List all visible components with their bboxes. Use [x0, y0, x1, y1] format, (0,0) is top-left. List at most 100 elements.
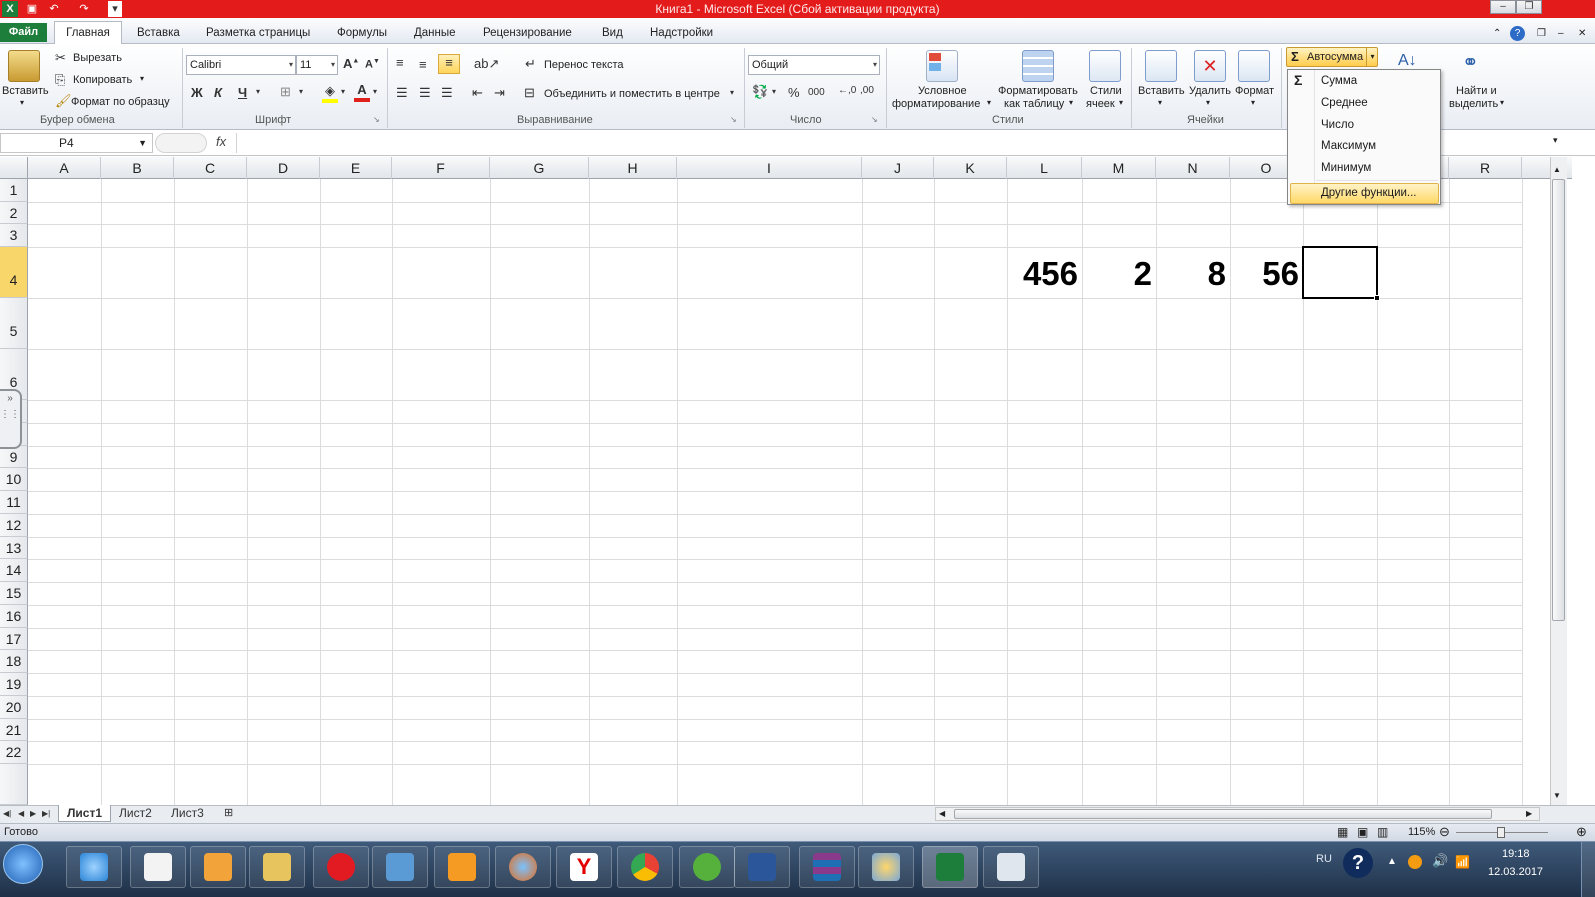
- autosum-button[interactable]: Σ Автосумма ▾: [1286, 47, 1378, 67]
- tab-formulas[interactable]: Формулы: [337, 24, 387, 43]
- font-size-combo[interactable]: 11 ▾: [296, 55, 338, 75]
- cell-styles-label-2[interactable]: ячеек: [1086, 98, 1115, 110]
- page-layout-view-icon[interactable]: ▣: [1357, 825, 1368, 839]
- currency-dropdown-icon[interactable]: ▾: [772, 87, 776, 96]
- cell-styles-label-1[interactable]: Стили: [1090, 85, 1122, 97]
- format-cells-dropdown-icon[interactable]: ▾: [1251, 98, 1255, 107]
- fill-handle[interactable]: [1374, 295, 1380, 301]
- h-scroll-thumb[interactable]: [954, 809, 1492, 819]
- selected-cell-P4[interactable]: [1302, 246, 1378, 299]
- bold-button[interactable]: Ж: [191, 85, 203, 100]
- font-name-combo[interactable]: Calibri ▾: [186, 55, 296, 75]
- row-header[interactable]: 15: [0, 582, 28, 605]
- menu-item-min[interactable]: Минимум: [1321, 162, 1371, 174]
- autosum-dropdown-icon[interactable]: ▾: [1366, 48, 1378, 66]
- conditional-formatting-label-1[interactable]: Условное: [918, 85, 967, 97]
- taskbar-chromium-icon[interactable]: [617, 846, 673, 888]
- minimize-doc-icon[interactable]: –: [1558, 24, 1564, 43]
- taskbar-explorer-icon[interactable]: [249, 846, 305, 888]
- thousands-separator-icon[interactable]: 000: [808, 87, 825, 98]
- help-tray-icon[interactable]: ?: [1343, 848, 1373, 878]
- alignment-dialog-launcher-icon[interactable]: ↘: [730, 115, 737, 124]
- align-center-icon[interactable]: ☰: [419, 85, 431, 101]
- sheet-nav-last-icon[interactable]: ▶|: [42, 805, 50, 822]
- clock-date[interactable]: 12.03.2017: [1488, 866, 1543, 878]
- cell-styles-icon[interactable]: [1089, 50, 1121, 82]
- conditional-formatting-label-2[interactable]: форматирование: [892, 98, 980, 110]
- percent-icon[interactable]: %: [788, 85, 800, 100]
- side-pane-handle[interactable]: » ⋮⋮: [0, 389, 22, 449]
- sheet-nav-prev-icon[interactable]: ◀: [18, 805, 24, 822]
- row-header[interactable]: 2: [0, 202, 28, 224]
- column-header[interactable]: R: [1449, 157, 1522, 179]
- volume-icon[interactable]: 🔊: [1432, 853, 1448, 869]
- font-color-icon[interactable]: A: [354, 82, 370, 102]
- taskbar-word-icon[interactable]: [734, 846, 790, 888]
- zoom-out-icon[interactable]: ⊖: [1439, 824, 1450, 840]
- scroll-up-icon[interactable]: ▲: [1553, 165, 1561, 174]
- row-header[interactable]: 5: [0, 298, 28, 349]
- underline-dropdown-icon[interactable]: ▾: [256, 87, 260, 96]
- format-as-table-label-1[interactable]: Форматировать: [998, 85, 1078, 97]
- cell-O4[interactable]: 56: [1230, 255, 1299, 293]
- delete-cells-button[interactable]: Удалить: [1189, 85, 1231, 97]
- menu-item-more-functions[interactable]: Другие функции...: [1321, 187, 1417, 199]
- format-painter-button[interactable]: Формат по образцу: [71, 96, 170, 108]
- paste-dropdown-icon[interactable]: ▾: [20, 98, 24, 107]
- page-break-view-icon[interactable]: ▥: [1377, 825, 1388, 839]
- worksheet-grid[interactable]: A B C D E F G H I J K L M N O P Q R: [0, 157, 1572, 805]
- insert-cells-dropdown-icon[interactable]: ▾: [1158, 98, 1162, 107]
- copy-dropdown-icon[interactable]: ▾: [140, 74, 144, 83]
- column-header[interactable]: I: [677, 157, 862, 179]
- delete-cells-dropdown-icon[interactable]: ▾: [1206, 98, 1210, 107]
- tray-expand-icon[interactable]: ▲: [1387, 856, 1397, 867]
- taskbar-app-icon[interactable]: [130, 846, 186, 888]
- menu-item-average[interactable]: Среднее: [1321, 97, 1368, 109]
- sheet-nav-first-icon[interactable]: ◀|: [3, 805, 11, 822]
- column-header[interactable]: K: [934, 157, 1007, 179]
- sheet-tab[interactable]: Лист3: [171, 805, 204, 822]
- grow-font-icon[interactable]: A▲: [343, 56, 359, 71]
- tab-file[interactable]: Файл: [0, 23, 47, 42]
- copy-button[interactable]: Копировать: [73, 74, 132, 86]
- language-indicator[interactable]: RU: [1316, 853, 1332, 865]
- scroll-right-icon[interactable]: ▶: [1526, 809, 1532, 818]
- format-as-table-icon[interactable]: [1022, 50, 1054, 82]
- italic-button[interactable]: К: [214, 85, 222, 100]
- row-header[interactable]: 14: [0, 559, 28, 582]
- vertical-scrollbar[interactable]: ▲ ▼: [1550, 157, 1567, 805]
- column-header[interactable]: D: [247, 157, 320, 179]
- help-icon[interactable]: ?: [1510, 26, 1525, 41]
- taskbar-search-icon[interactable]: [434, 846, 490, 888]
- paste-button[interactable]: Вставить: [2, 85, 49, 97]
- select-all-corner[interactable]: [0, 157, 28, 179]
- merge-center-button[interactable]: Объединить и поместить в центре: [544, 88, 720, 100]
- row-header[interactable]: 3: [0, 224, 28, 247]
- normal-view-icon[interactable]: ▦: [1337, 825, 1348, 839]
- wrap-text-button[interactable]: Перенос текста: [544, 59, 624, 71]
- cell-M4[interactable]: 2: [1082, 255, 1152, 293]
- find-select-label-1[interactable]: Найти и: [1456, 85, 1497, 97]
- zoom-slider-thumb[interactable]: [1497, 827, 1505, 838]
- scroll-left-icon[interactable]: ◀: [939, 809, 945, 818]
- menu-item-sum[interactable]: Сумма: [1321, 75, 1357, 87]
- cell-L4[interactable]: 456: [1007, 255, 1078, 293]
- row-header[interactable]: [0, 764, 28, 805]
- tab-page-layout[interactable]: Разметка страницы: [206, 24, 310, 43]
- network-icon[interactable]: 📶: [1455, 855, 1470, 869]
- number-format-combo[interactable]: Общий ▾: [748, 55, 880, 75]
- find-select-dropdown-icon[interactable]: ▾: [1500, 98, 1504, 107]
- zoom-level[interactable]: 115%: [1408, 826, 1435, 838]
- taskbar-ie-icon[interactable]: [66, 846, 122, 888]
- name-box-dropdown-icon[interactable]: ▼: [138, 134, 147, 152]
- align-bottom-icon[interactable]: ≡: [438, 54, 460, 74]
- column-header[interactable]: F: [392, 157, 490, 179]
- name-box[interactable]: P4 ▼: [0, 133, 153, 153]
- row-header[interactable]: 16: [0, 605, 28, 628]
- column-header[interactable]: H: [589, 157, 677, 179]
- taskbar-paint-icon[interactable]: [858, 846, 914, 888]
- scroll-thumb[interactable]: [1552, 179, 1565, 621]
- tab-insert[interactable]: Вставка: [137, 24, 180, 43]
- show-desktop-button[interactable]: [1581, 842, 1595, 897]
- row-header[interactable]: 1: [0, 179, 28, 202]
